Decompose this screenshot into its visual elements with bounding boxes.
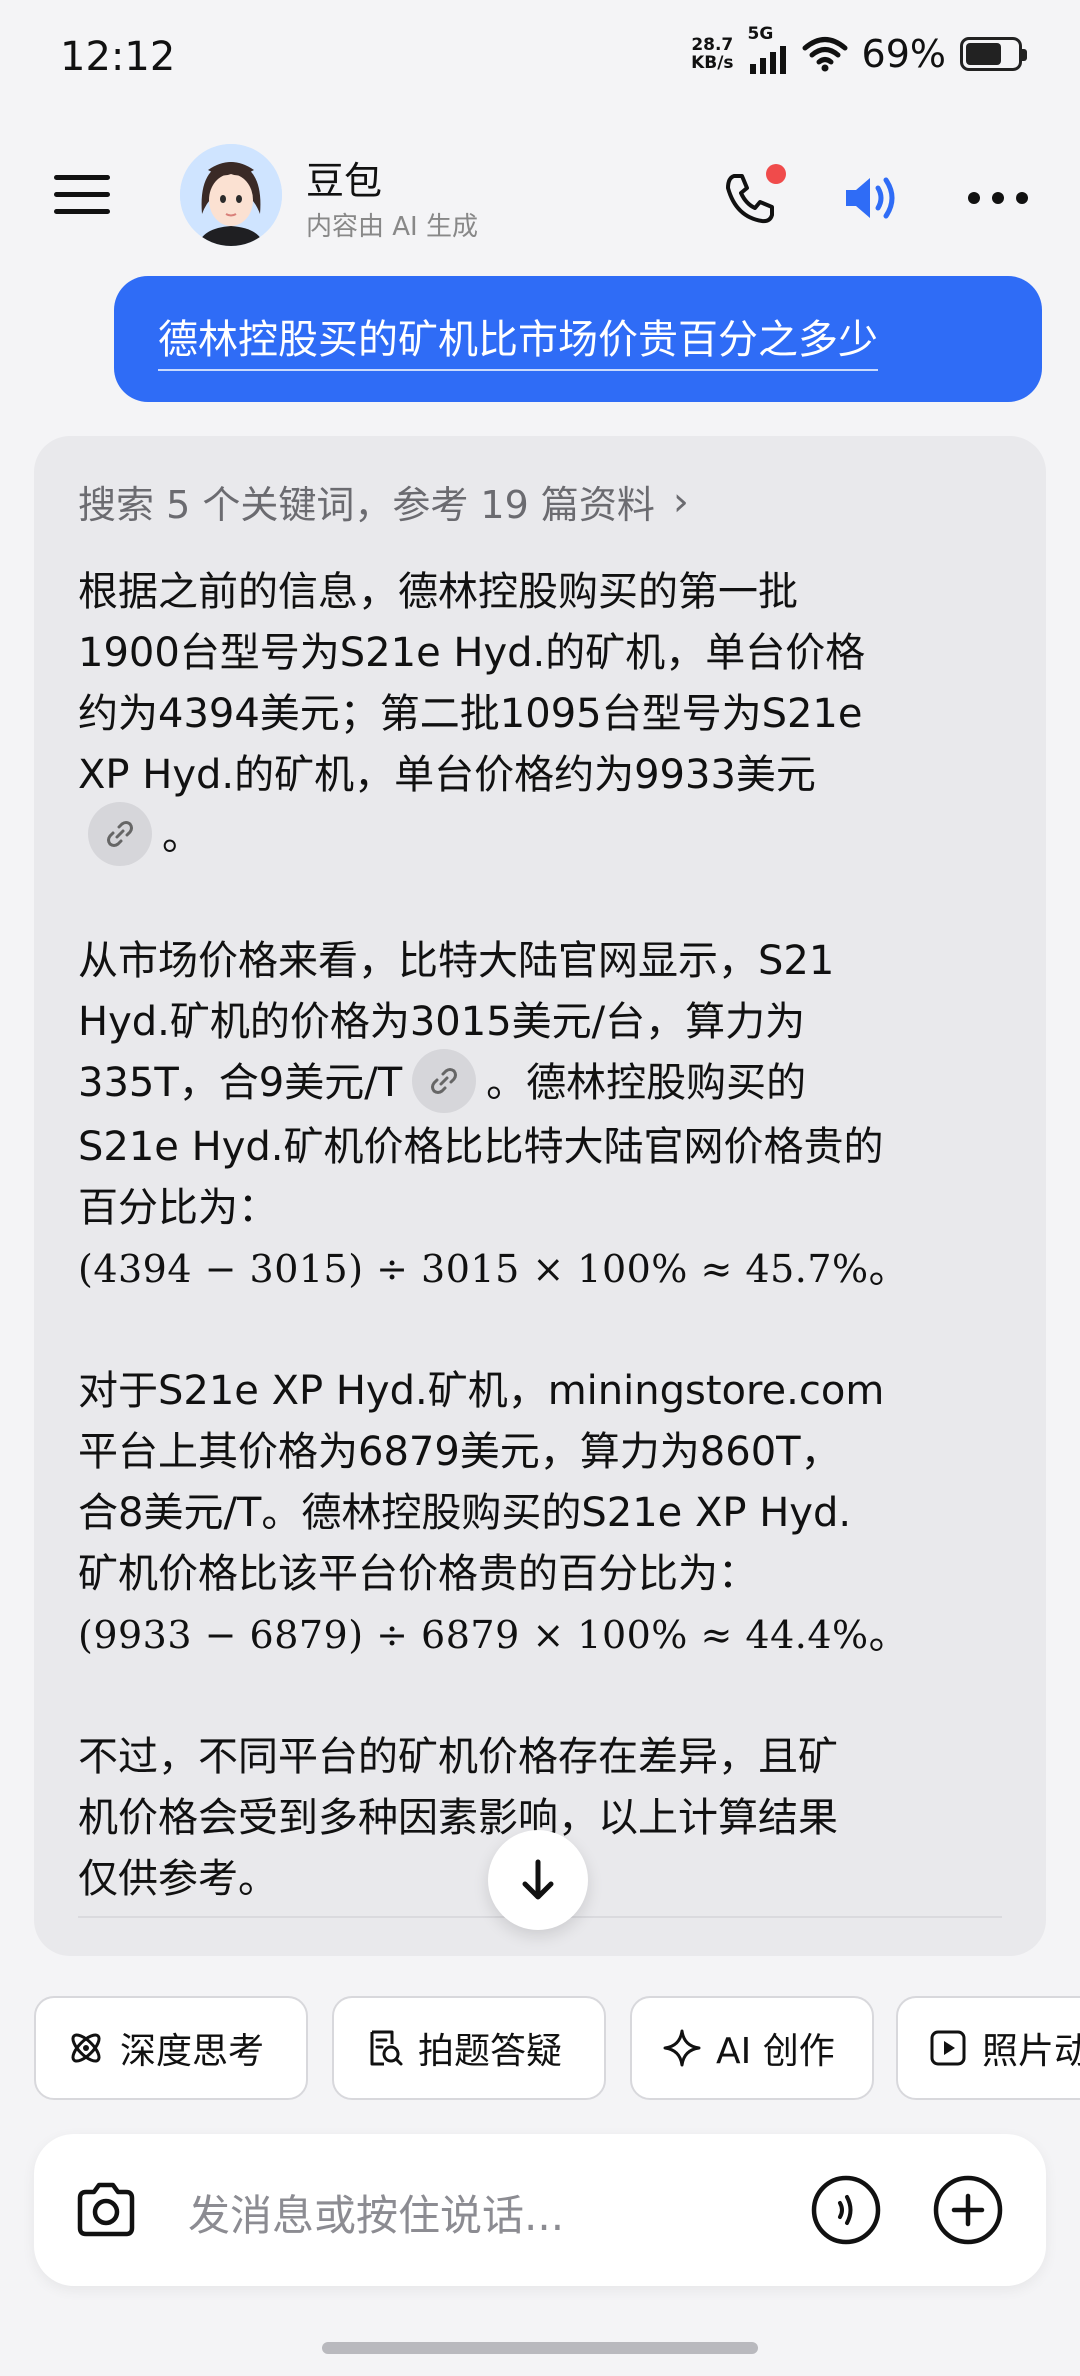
search-summary-link[interactable]: 搜索 5 个关键词，参考 19 篇资料 › — [78, 474, 689, 529]
answer-line: 矿机价格比该平台价格贵的百分比为： — [78, 1551, 758, 1597]
sparkle-icon — [663, 2029, 701, 2067]
formula-line: (9933 − 6879) ÷ 6879 × 100% ≈ 44.4%。 — [78, 1605, 1018, 1666]
chip-label: 深度思考 — [120, 2031, 265, 2072]
formula-line: (4394 − 3015) ÷ 3015 × 100% ≈ 45.7%。 — [78, 1239, 1018, 1300]
chip-photo-question[interactable]: 拍题答疑 — [332, 1996, 606, 2100]
network-speed-unit: KB/s — [691, 53, 734, 73]
answer-paragraph-2: 从市场价格来看，比特大陆官网显示，S21 Hyd.矿机的价格为3015美元/台，… — [78, 931, 1018, 1300]
network-type: 5G — [747, 24, 774, 44]
chip-label: 照片动 — [982, 2031, 1080, 2072]
user-message-text: 德林控股买的矿机比市场价贵百分之多少 — [158, 307, 878, 371]
answer-line: 不过，不同平台的矿机价格存在差异，且矿 — [78, 1734, 838, 1780]
answer-text-span: 。德林控股购买的 — [486, 1060, 807, 1106]
user-message-bubble[interactable]: 德林控股买的矿机比市场价贵百分之多少 — [114, 276, 1042, 402]
search-summary-text: 搜索 5 个关键词，参考 19 篇资料 — [78, 483, 655, 527]
answer-line: 约为4394美元；第二批1095台型号为S21e — [78, 691, 863, 737]
answer-line: 根据之前的信息，德林控股购买的第一批 — [78, 569, 798, 615]
status-time: 12:12 — [60, 34, 176, 80]
plus-icon[interactable] — [932, 2174, 1004, 2246]
answer-line: S21e Hyd.矿机价格比比特大陆官网价格贵的 — [78, 1124, 884, 1170]
arrow-down-icon[interactable] — [488, 1830, 588, 1930]
answer-line: Hyd.矿机的价格为3015美元/台，算力为 — [78, 999, 806, 1045]
voice-wave-icon[interactable] — [810, 2174, 882, 2246]
link-icon[interactable] — [412, 1049, 477, 1113]
answer-paragraph-3: 对于S21e XP Hyd.矿机，miningstore.com 平台上其价格为… — [78, 1361, 1018, 1666]
status-icons: 28.7 KB/s 5G 69% — [691, 24, 1027, 76]
notification-dot — [766, 164, 786, 184]
chip-photo-animate[interactable]: 照片动 — [896, 1996, 1080, 2100]
bot-subtitle: 内容由 AI 生成 — [306, 212, 478, 242]
chevron-right-icon: › — [672, 478, 689, 525]
answer-line: 1900台型号为S21e Hyd.的矿机，单台价格 — [78, 630, 866, 676]
battery-percentage: 69% — [861, 32, 946, 76]
atom-icon — [71, 2033, 101, 2063]
speaker-icon[interactable] — [840, 168, 910, 228]
answer-punct: 。 — [868, 1612, 909, 1658]
formula: (4394 − 3015) ÷ 3015 × 100% ≈ 45.7% — [78, 1247, 869, 1291]
document-search-icon — [370, 2030, 403, 2066]
assistant-answer-card: 搜索 5 个关键词，参考 19 篇资料 › 根据之前的信息，德林控股购买的第一批… — [34, 436, 1046, 1956]
answer-paragraph-1: 根据之前的信息，德林控股购买的第一批 1900台型号为S21e Hyd.的矿机，… — [78, 562, 1018, 870]
avatar[interactable] — [180, 144, 282, 246]
answer-punct: 。 — [162, 813, 202, 859]
link-icon[interactable] — [88, 802, 152, 866]
answer-line: 百分比为： — [78, 1185, 278, 1231]
network-speed-value: 28.7 — [691, 35, 734, 55]
message-input[interactable]: 发消息或按住说话... — [188, 2182, 564, 2243]
wifi-icon — [802, 37, 848, 72]
answer-body: 根据之前的信息，德林控股购买的第一批 1900台型号为S21e Hyd.的矿机，… — [78, 562, 1018, 1956]
message-input-bar: 发消息或按住说话... — [34, 2134, 1046, 2286]
bot-name: 豆包 — [306, 159, 383, 203]
camera-icon[interactable] — [74, 2180, 138, 2240]
answer-line: 合8美元/T。德林控股购买的S21e XP Hyd. — [78, 1490, 852, 1536]
formula: (9933 − 6879) ÷ 6879 × 100% ≈ 44.4% — [78, 1613, 869, 1657]
network-speed: 28.7 KB/s — [691, 36, 733, 72]
chat-header: 豆包 内容由 AI 生成 — [0, 130, 1080, 260]
play-square-icon — [930, 2030, 966, 2066]
answer-line: 对于S21e XP Hyd.矿机，miningstore.com — [78, 1368, 885, 1414]
chip-label: 拍题答疑 — [418, 2031, 563, 2072]
answer-punct: 。 — [868, 1246, 909, 1292]
battery-icon — [960, 37, 1027, 71]
answer-line: XP Hyd.的矿机，单台价格约为9933美元 — [78, 752, 816, 798]
answer-line: 335T，合9美元/T 。德林控股购买的 — [78, 1049, 1018, 1117]
chip-label: AI 创作 — [716, 2031, 835, 2072]
answer-text-span: 335T，合9美元/T — [78, 1060, 403, 1106]
home-indicator[interactable] — [322, 2342, 758, 2354]
answer-line: 平台上其价格为6879美元，算力为860T， — [78, 1429, 841, 1475]
quick-actions: 深度思考 拍题答疑 AI 创作 照片动 — [0, 1958, 1080, 2100]
cellular-signal-icon: 5G — [748, 24, 788, 74]
answer-line: 从市场价格来看，比特大陆官网显示，S21 — [78, 938, 835, 984]
hamburger-icon[interactable] — [54, 175, 110, 215]
chip-deep-think[interactable]: 深度思考 — [34, 1996, 308, 2100]
status-bar: 12:12 28.7 KB/s 5G 69% — [0, 0, 1080, 118]
chip-ai-create[interactable]: AI 创作 — [630, 1996, 874, 2100]
answer-line: 。 — [78, 802, 1018, 870]
more-dots-icon[interactable] — [968, 192, 1028, 206]
